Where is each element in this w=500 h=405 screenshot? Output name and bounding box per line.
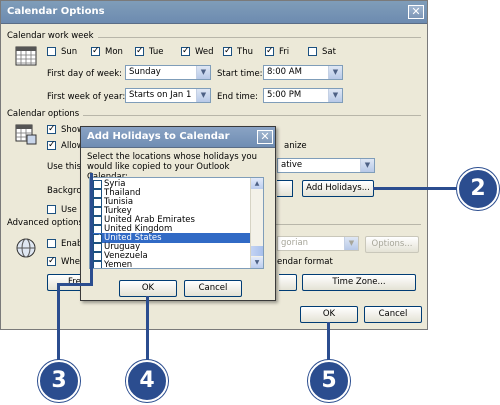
day-label-thu: Thu <box>237 47 253 57</box>
ok-button[interactable]: OK <box>300 306 358 323</box>
start-time-value: 8:00 AM <box>267 67 302 77</box>
scroll-up-icon[interactable]: ▲ <box>251 178 263 189</box>
use-this-value-fragment: ative <box>281 160 303 170</box>
callout-2: 2 <box>457 168 499 210</box>
calendar-format-label-fragment: endar format <box>277 257 333 267</box>
callout-3-connector-h <box>57 283 93 286</box>
work-week-group: Calendar work week <box>7 31 421 41</box>
add-holidays-button[interactable]: Add Holidays... <box>302 180 374 197</box>
holidays-cancel-button[interactable]: Cancel <box>184 280 242 297</box>
enable-checkbox[interactable] <box>47 239 56 248</box>
locations-list[interactable]: Syria Thailand Tunisia Turkey United Arab Em… <box>89 177 264 269</box>
chevron-down-icon: ▼ <box>196 89 210 102</box>
close-icon[interactable]: ✕ <box>408 5 424 19</box>
list-scrollbar[interactable]: ▲ ▼ <box>250 178 263 268</box>
first-week-dropdown[interactable]: Starts on Jan 1 ▼ <box>125 88 211 103</box>
scroll-thumb[interactable] <box>251 246 263 256</box>
end-time-label: End time: <box>217 92 258 102</box>
day-label-sat: Sat <box>322 47 336 57</box>
dialog-title: Calendar Options <box>7 6 105 17</box>
day-label-tue: Tue <box>149 47 164 57</box>
first-week-value: Starts on Jan 1 <box>129 90 192 100</box>
location-item[interactable]: Yemen <box>90 260 256 269</box>
work-week-group-label: Calendar work week <box>7 31 98 41</box>
show-checkbox[interactable]: ✓ <box>47 125 56 134</box>
use-se-checkbox[interactable] <box>47 205 56 214</box>
location-name: Yemen <box>104 260 133 269</box>
calendar-type-value-fragment: gorian <box>281 238 309 248</box>
background-color-button-fragment[interactable] <box>277 180 293 197</box>
day-checkbox-fri[interactable]: ✓ <box>265 47 274 56</box>
callout-4: 4 <box>126 360 168 402</box>
chevron-down-icon: ▼ <box>328 89 342 102</box>
calendar-options-icon <box>15 124 37 145</box>
day-checkbox-thu[interactable]: ✓ <box>223 47 232 56</box>
end-time-dropdown[interactable]: 5:00 PM ▼ <box>263 88 343 103</box>
add-holidays-dialog: Add Holidays to Calendar ✕ Select the lo… <box>80 126 276 301</box>
chevron-down-icon: ▼ <box>344 237 358 250</box>
callout-5: 5 <box>308 360 350 402</box>
title-bar: Calendar Options <box>1 1 427 24</box>
chevron-down-icon: ▼ <box>196 66 210 79</box>
advanced-options-group-label: Advanced options <box>7 218 87 228</box>
end-time-value: 5:00 PM <box>267 90 302 100</box>
day-label-wed: Wed <box>195 47 214 57</box>
location-checkbox[interactable] <box>93 260 102 268</box>
globe-icon <box>16 238 36 258</box>
holidays-title-bar: Add Holidays to Calendar <box>81 127 275 148</box>
first-day-label: First day of week: <box>47 69 123 79</box>
first-week-label: First week of year: <box>47 92 126 102</box>
calendar-grid-icon <box>15 46 37 66</box>
when-checkbox[interactable]: ✓ <box>47 257 56 266</box>
callout-5-connector <box>327 322 330 362</box>
calendar-options-group-label: Calendar options <box>7 109 84 119</box>
day-checkbox-wed[interactable]: ✓ <box>181 47 190 56</box>
options-button[interactable]: Options... <box>365 236 419 253</box>
day-checkbox-sat[interactable] <box>308 47 317 56</box>
callout-3-connector-v <box>57 283 60 363</box>
day-checkbox-tue[interactable]: ✓ <box>135 47 144 56</box>
first-day-value: Sunday <box>129 67 161 77</box>
callout-2-connector <box>373 187 459 190</box>
scroll-down-icon[interactable]: ▼ <box>251 257 263 268</box>
first-day-dropdown[interactable]: Sunday ▼ <box>125 65 211 80</box>
holidays-dialog-title: Add Holidays to Calendar <box>87 131 230 142</box>
callout-3: 3 <box>38 360 80 402</box>
day-label-mon: Mon <box>105 47 123 57</box>
callout-3-bracket <box>90 173 93 285</box>
close-icon[interactable]: ✕ <box>257 130 273 144</box>
chevron-down-icon: ▼ <box>328 66 342 79</box>
chevron-down-icon: ▼ <box>360 159 374 172</box>
cancel-button[interactable]: Cancel <box>364 306 422 323</box>
holidays-ok-button[interactable]: OK <box>119 280 177 297</box>
day-checkbox-mon[interactable]: ✓ <box>91 47 100 56</box>
use-this-dropdown[interactable]: ative ▼ <box>277 158 375 173</box>
time-zone-button[interactable]: Time Zone... <box>302 274 416 291</box>
start-time-dropdown[interactable]: 8:00 AM ▼ <box>263 65 343 80</box>
day-checkbox-sun[interactable] <box>47 47 56 56</box>
organize-label-fragment: anize <box>284 141 307 151</box>
callout-4-connector <box>146 296 149 362</box>
day-label-sun: Sun <box>61 47 78 57</box>
resource-button-fragment[interactable] <box>279 274 297 291</box>
calendar-type-dropdown[interactable]: gorian ▼ <box>277 236 359 251</box>
start-time-label: Start time: <box>217 69 263 79</box>
allow-checkbox[interactable]: ✓ <box>47 141 56 150</box>
day-label-fri: Fri <box>279 47 290 57</box>
calendar-options-group: Calendar options <box>7 109 421 119</box>
